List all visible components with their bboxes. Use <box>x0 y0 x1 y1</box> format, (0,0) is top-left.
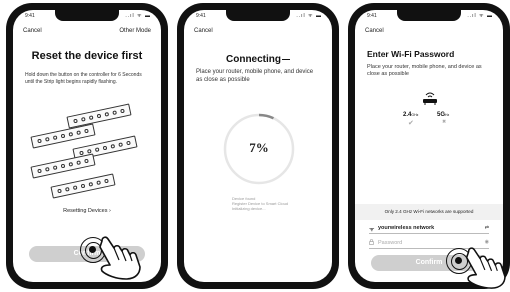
phone-frame-reset: 9:41 ..ıl ᯤ ▬ Cancel Other Mode Reset th… <box>6 3 168 289</box>
wifi-screen: 9:41 ..ıl ᯤ ▬ Cancel Enter Wi-Fi Passwor… <box>355 10 503 282</box>
instructions-text: Place your router, mobile phone, and dev… <box>196 69 314 83</box>
other-mode-button[interactable]: Other Mode <box>119 28 151 34</box>
check-icon: ✔ <box>408 120 414 127</box>
cancel-button[interactable]: Cancel <box>365 28 384 34</box>
step-item: Initializing device... <box>232 206 266 211</box>
led-strips-illustration <box>21 103 161 200</box>
password-input[interactable] <box>378 239 458 247</box>
status-time: 9:41 <box>367 13 377 19</box>
connecting-screen: 9:41 ..ıl ᯤ ▬ Cancel Connecting Place yo… <box>184 10 332 282</box>
phone-frame-connecting: 9:41 ..ıl ᯤ ▬ Cancel Connecting Place yo… <box>177 3 339 289</box>
led-strip <box>50 173 116 199</box>
swap-icon[interactable]: ⇄ <box>485 225 489 231</box>
resetting-devices-link[interactable]: Resetting Devices › <box>13 208 161 214</box>
status-time: 9:41 <box>196 13 206 19</box>
cancel-button[interactable]: Cancel <box>23 28 42 34</box>
wifi-network-field[interactable]: ᯤ yourwireless network ⇄ <box>369 224 489 234</box>
page-title-text: Connecting <box>226 54 281 65</box>
notch <box>226 10 290 21</box>
connection-steps: Device found Register Device to Smart Cl… <box>232 196 288 211</box>
eye-icon[interactable]: ◉ <box>485 239 489 245</box>
led-strip <box>30 153 96 179</box>
lock-icon <box>369 239 374 245</box>
band-5ghz-label: 5GHz <box>437 112 449 118</box>
status-icons: ..ıl ᯤ ▬ <box>467 13 493 19</box>
tap-hand-icon <box>465 247 506 289</box>
wifi-icon: ᯤ <box>369 227 375 233</box>
router-icon <box>423 92 437 105</box>
page-title: Enter Wi-Fi Password <box>367 49 455 59</box>
instructions-text: Hold down the button on the controller f… <box>25 72 142 85</box>
led-strip <box>66 103 132 129</box>
cancel-button[interactable]: Cancel <box>194 28 213 34</box>
page-title: Connecting <box>184 54 332 65</box>
status-time: 9:41 <box>25 13 35 19</box>
progress-percent: 7% <box>249 140 269 155</box>
status-icons: ..ıl ᯤ ▬ <box>296 13 322 19</box>
notch <box>397 10 461 21</box>
unsupported-icon: ✖ <box>442 119 447 125</box>
page-title: Reset the device first <box>31 50 143 62</box>
band-24-unit: GHz <box>411 113 419 117</box>
band-5-unit: Hz <box>445 113 450 117</box>
tap-hand-icon <box>99 236 141 280</box>
notch <box>55 10 119 21</box>
ssid-value: yourwireless network <box>378 225 435 231</box>
band-5-value: 5G <box>437 112 446 118</box>
band-24ghz-label: 2.4GHz <box>403 112 418 118</box>
phone-frame-wifi: 9:41 ..ıl ᯤ ▬ Cancel Enter Wi-Fi Passwor… <box>348 3 510 289</box>
notice-bar: Only 2.4 GHz Wi-Fi networks are supporte… <box>355 204 503 220</box>
loading-cursor <box>282 58 290 61</box>
instructions-text: Place your router, mobile phone, and dev… <box>367 64 482 77</box>
status-icons: ..ıl ᯤ ▬ <box>125 13 151 19</box>
